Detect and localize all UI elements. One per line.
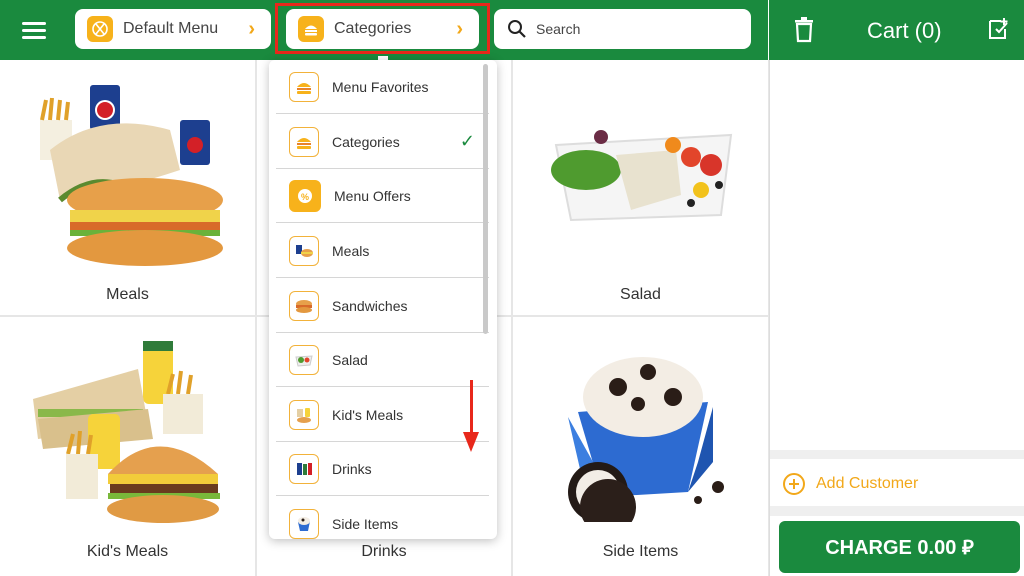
dropdown-item-menu-favorites[interactable]: Menu Favorites [276,60,489,114]
add-note-icon[interactable] [987,17,1009,41]
dropdown-item-label: Side Items [332,515,399,532]
chevron-right-icon: › [456,17,463,40]
dropdown-item-label: Meals [332,242,370,259]
dropdown-item-sandwiches[interactable]: Sandwiches [276,279,489,333]
cart-title: Cart (0) [867,18,942,43]
dropdown-item-label: Sandwiches [332,297,408,314]
divider [770,450,1024,459]
cart-header: Cart (0) [769,0,1024,60]
dropdown-scrollbar[interactable] [483,64,488,334]
category-selector-button[interactable]: Categories › [286,9,479,49]
dropdown-item-label: Categories [332,133,400,150]
divider [770,506,1024,516]
search-icon [508,20,526,38]
dropdown-item-side-items[interactable]: Side Items [276,497,489,539]
dropdown-item-label: Salad [332,351,368,368]
dropdown-item-label: Menu Favorites [332,78,429,95]
dropdown-item-kids-meals[interactable]: Kid's Meals [276,388,489,442]
search-box[interactable] [494,9,751,49]
category-tile-salad[interactable]: Salad [513,60,768,315]
sandwich-icon [289,290,319,321]
meal-icon [289,235,319,266]
top-bar: Default Menu › Categories › [0,0,768,60]
charge-button[interactable]: CHARGE 0.00 ⃁ [779,521,1020,573]
dropdown-item-label: Drinks [332,460,372,477]
kids-meal-icon [289,399,319,430]
charge-label: CHARGE 0.00 ⃁ [825,537,974,559]
dropdown-item-label: Kid's Meals [332,406,404,423]
category-tile-side-items[interactable]: Side Items [513,317,768,576]
search-input[interactable] [536,21,716,37]
trash-icon[interactable] [793,17,815,43]
annotation-arrow [470,380,473,436]
checkmark-icon: ✓ [459,131,475,151]
meals-image [40,85,223,266]
hamburger-menu-icon[interactable] [22,18,60,44]
burger-icon [289,126,319,157]
category-dropdown: Menu Favorites Categories ✓ % Menu Offer… [269,60,497,539]
utensils-icon [87,16,113,42]
plus-circle-icon [783,473,805,495]
dropdown-item-salad[interactable]: Salad [276,333,489,387]
dropdown-item-meals[interactable]: Meals [276,224,489,278]
side-items-image [568,357,724,522]
dropdown-item-menu-offers[interactable]: % Menu Offers [276,169,489,223]
category-selector-label: Categories [334,20,412,37]
category-tile-kids-meals[interactable]: Kid's Meals [0,317,255,576]
menu-selector-button[interactable]: Default Menu › [75,9,271,49]
category-tile-meals[interactable]: Meals [0,60,255,315]
category-tile-label: Kid's Meals [86,543,169,560]
add-customer-button[interactable]: Add Customer [782,472,918,496]
cart-panel: Add Customer CHARGE 0.00 ⃁ [769,60,1024,576]
svg-text:%: % [301,192,309,202]
add-customer-label: Add Customer [816,475,919,492]
offer-icon: % [289,179,321,212]
side-items-icon [289,508,319,539]
dropdown-item-categories[interactable]: Categories ✓ [276,115,489,169]
kids-meals-image [33,341,220,523]
dropdown-item-drinks[interactable]: Drinks [276,442,489,496]
annotation-arrow-head [463,432,479,452]
salad-icon [289,344,319,375]
category-tile-label: Side Items [602,543,679,560]
chevron-right-icon: › [248,17,255,40]
category-tile-label: Drinks [361,543,407,560]
salad-image [551,130,733,222]
menu-selector-label: Default Menu [123,20,219,37]
category-tile-label: Meals [106,286,149,303]
dropdown-item-label: Menu Offers [334,187,411,204]
burger-icon [298,16,324,42]
category-tile-label: Salad [620,286,661,303]
drinks-icon [289,453,319,484]
burger-icon [289,71,319,102]
